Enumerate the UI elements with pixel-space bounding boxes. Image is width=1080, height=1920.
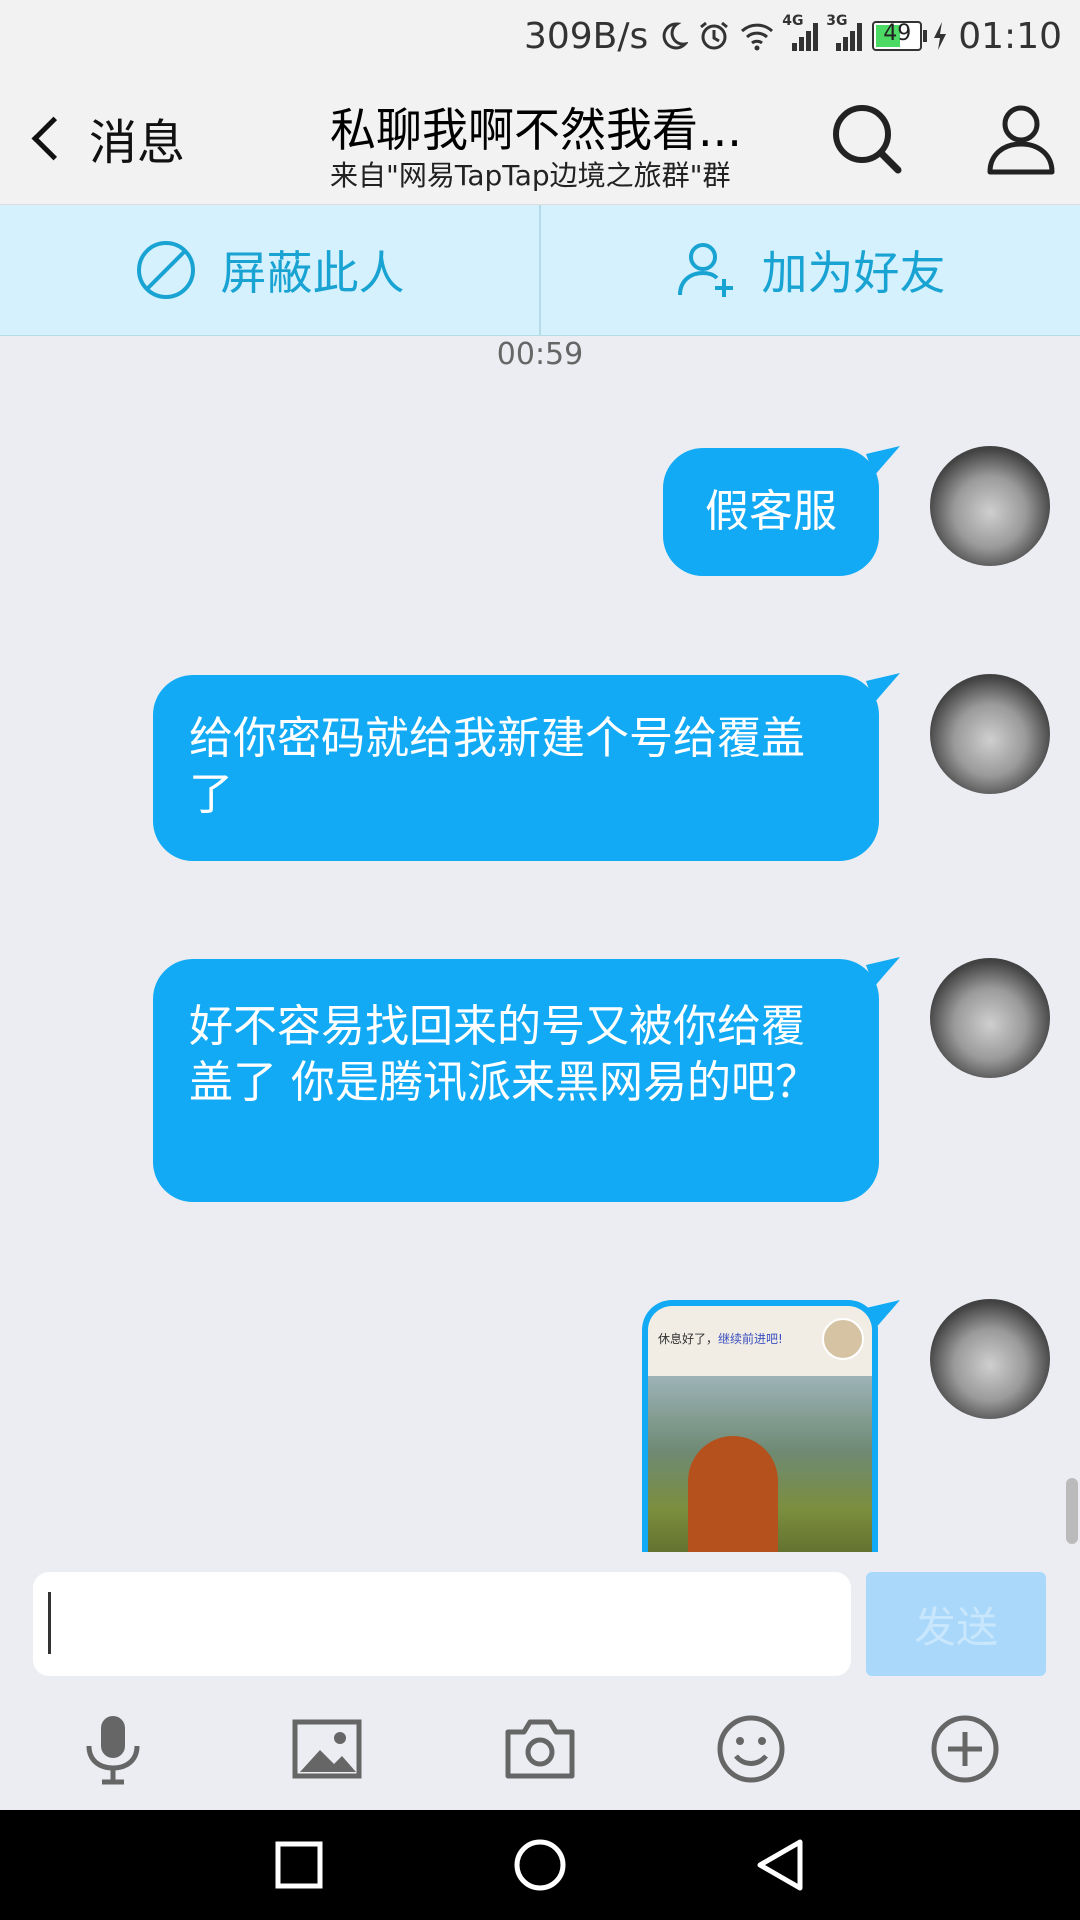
microphone-icon[interactable] [76,1712,150,1786]
image-message[interactable]: 休息好了，继续前进吧! [642,1300,878,1552]
signal-3g-icon: 3G [826,13,863,51]
text-cursor [48,1592,51,1654]
page-title: 私聊我啊不然我看... [330,103,742,157]
message-text: 假客服 [705,486,837,537]
status-bar: 309B/s 4G 3G 49 01:10 [0,0,1080,72]
plus-icon[interactable] [928,1712,1002,1786]
message-bubble[interactable]: 假客服 [663,448,879,576]
bubble-tail [866,673,900,703]
block-icon [136,241,195,299]
chevron-left-icon [31,116,76,160]
search-icon[interactable] [828,100,906,178]
scrollbar[interactable] [1066,1478,1078,1544]
avatar[interactable] [930,958,1050,1078]
send-button[interactable]: 发送 [866,1572,1046,1676]
clock: 01:10 [958,15,1062,57]
profile-icon[interactable] [982,100,1060,178]
back-icon[interactable] [754,1838,808,1892]
caption-highlight: 继续前进吧! [718,1332,783,1346]
camera-icon[interactable] [503,1712,577,1786]
add-friend-label: 加为好友 [761,246,946,300]
emoji-icon[interactable] [714,1712,788,1786]
message-bubble[interactable]: 好不容易找回来的号又被你给覆盖了 你是腾讯派来黑网易的吧？ [153,959,879,1202]
avatar[interactable] [930,446,1050,566]
caption-text: 休息好了， [658,1332,719,1346]
system-nav-bar [0,1810,1080,1920]
image-icon[interactable] [290,1712,364,1786]
block-user-button[interactable]: 屏蔽此人 [0,205,539,335]
recents-icon[interactable] [272,1838,326,1892]
game-scene-image [648,1376,872,1552]
back-button[interactable]: 消息 [26,102,185,174]
block-user-label: 屏蔽此人 [220,246,405,300]
add-friend-icon [677,243,733,297]
page-subtitle: 来自"网易TapTap边境之旅群"群 [330,159,731,192]
moon-icon [662,22,689,50]
chat-header: 消息 私聊我啊不然我看... 来自"网易TapTap边境之旅群"群 [0,72,1080,205]
alarm-icon [700,21,729,50]
chat-timestamp: 00:59 [496,337,584,372]
bubble-tail [866,1300,900,1330]
image-caption: 休息好了，继续前进吧! [648,1306,872,1374]
message-text: 好不容易找回来的号又被你给覆盖了 你是腾讯派来黑网易的吧？ [189,1001,819,1108]
input-bar: 发送 [0,1556,1080,1686]
network-speed: 309B/s [523,15,649,57]
signal-4g-icon: 4G [782,13,819,51]
bubble-tail [866,957,900,987]
home-icon[interactable] [513,1838,567,1892]
character-portrait [822,1318,864,1360]
avatar[interactable] [930,674,1050,794]
message-text: 给你密码就给我新建个号给覆盖了 [189,713,805,820]
avatar[interactable] [930,1299,1050,1419]
add-friend-button[interactable]: 加为好友 [541,205,1080,335]
battery-icon: 49 [872,21,928,51]
message-input[interactable] [33,1572,851,1676]
wifi-icon [741,23,774,51]
input-toolbar [0,1686,1080,1810]
stranger-action-bar: 屏蔽此人 加为好友 [0,205,1080,336]
charging-icon [934,22,947,50]
message-bubble[interactable]: 给你密码就给我新建个号给覆盖了 [153,675,879,861]
bubble-tail [866,446,900,476]
character-figure [688,1436,778,1552]
back-label: 消息 [89,115,186,171]
